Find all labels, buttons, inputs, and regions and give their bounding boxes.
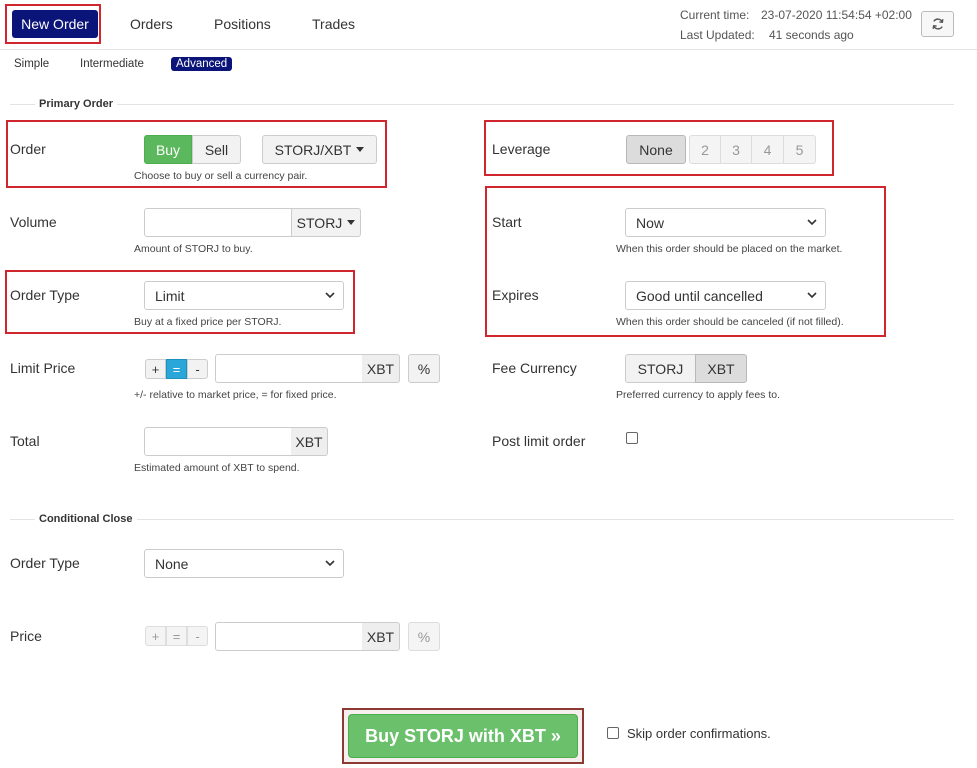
post-limit-checkbox[interactable] (626, 432, 638, 444)
current-time-value: 23-07-2020 11:54:54 +02:00 (761, 8, 912, 22)
total-input[interactable] (144, 427, 292, 456)
skip-confirmations-checkbox[interactable] (607, 727, 619, 739)
percent-button[interactable]: % (408, 354, 440, 383)
expires-value: Good until cancelled (636, 287, 763, 304)
mode-intermediate[interactable]: Intermediate (80, 58, 144, 70)
leverage-none-button[interactable]: None (626, 135, 686, 164)
post-limit-label: Post limit order (492, 433, 586, 449)
chevron-down-icon (807, 219, 817, 226)
leverage-5-button[interactable]: 5 (783, 135, 816, 164)
conditional-plus-button[interactable]: + (145, 626, 166, 646)
sell-button[interactable]: Sell (192, 135, 241, 164)
volume-input[interactable] (144, 208, 292, 237)
submit-order-button[interactable]: Buy STORJ with XBT » (348, 714, 578, 758)
start-label: Start (492, 214, 522, 230)
total-unit: XBT (291, 427, 328, 456)
expires-help: When this order should be canceled (if n… (616, 316, 844, 328)
limit-price-help: +/- relative to market price, = for fixe… (134, 389, 337, 401)
trades-tab[interactable]: Trades (312, 16, 355, 32)
last-updated-value: 41 seconds ago (769, 28, 854, 42)
volume-unit-label: STORJ (296, 214, 343, 231)
section-divider (10, 104, 954, 105)
order-type-help: Buy at a fixed price per STORJ. (134, 316, 282, 328)
expires-label: Expires (492, 287, 539, 303)
fee-xbt-button[interactable]: XBT (695, 354, 747, 383)
currency-pair-label: STORJ/XBT (274, 141, 352, 158)
fee-storj-button[interactable]: STORJ (625, 354, 696, 383)
buy-button[interactable]: Buy (144, 135, 192, 164)
positions-tab[interactable]: Positions (214, 16, 271, 32)
fee-currency-help: Preferred currency to apply fees to. (616, 389, 780, 401)
divider (0, 49, 977, 50)
leverage-label: Leverage (492, 141, 551, 157)
order-type-label: Order Type (10, 287, 80, 303)
refresh-icon (931, 18, 944, 30)
limit-price-label: Limit Price (10, 360, 76, 376)
total-label: Total (10, 433, 40, 449)
conditional-percent-button[interactable]: % (408, 622, 440, 651)
leverage-3-button[interactable]: 3 (720, 135, 752, 164)
price-equals-button[interactable]: = (166, 359, 187, 379)
leverage-4-button[interactable]: 4 (751, 135, 784, 164)
order-type-value: Limit (155, 287, 185, 304)
conditional-price-unit: XBT (362, 622, 400, 651)
new-order-tab[interactable]: New Order (12, 10, 98, 38)
price-minus-button[interactable]: - (187, 359, 208, 379)
skip-confirmations-label: Skip order confirmations. (627, 726, 771, 741)
conditional-equals-button[interactable]: = (166, 626, 187, 646)
limit-price-unit: XBT (362, 354, 400, 383)
conditional-price-input[interactable] (215, 622, 363, 651)
start-help: When this order should be placed on the … (616, 243, 843, 255)
start-select[interactable]: Now (625, 208, 826, 237)
caret-down-icon (356, 147, 365, 152)
limit-price-input[interactable] (215, 354, 363, 383)
mode-simple[interactable]: Simple (14, 58, 49, 70)
conditional-order-type-select[interactable]: None (144, 549, 344, 578)
price-plus-button[interactable]: + (145, 359, 166, 379)
volume-unit-dropdown[interactable]: STORJ (291, 208, 361, 237)
refresh-button[interactable] (921, 11, 954, 37)
current-time-label: Current time: (680, 8, 750, 22)
conditional-price-label: Price (10, 628, 42, 644)
chevron-down-icon (325, 560, 335, 567)
volume-help: Amount of STORJ to buy. (134, 243, 253, 255)
primary-order-title: Primary Order (35, 98, 117, 110)
leverage-2-button[interactable]: 2 (689, 135, 721, 164)
orders-tab[interactable]: Orders (130, 16, 173, 32)
order-label: Order (10, 141, 46, 157)
chevron-down-icon (325, 292, 335, 299)
order-type-select[interactable]: Limit (144, 281, 344, 310)
mode-advanced[interactable]: Advanced (171, 57, 233, 71)
caret-down-icon (347, 220, 356, 225)
volume-label: Volume (10, 214, 57, 230)
fee-currency-label: Fee Currency (492, 360, 577, 376)
chevron-down-icon (807, 292, 817, 299)
last-updated-label: Last Updated: (680, 28, 755, 42)
conditional-order-type-value: None (155, 555, 189, 572)
start-value: Now (636, 214, 665, 231)
expires-select[interactable]: Good until cancelled (625, 281, 826, 310)
currency-pair-dropdown[interactable]: STORJ/XBT (262, 135, 377, 164)
highlight-box: Buy STORJ with XBT » (342, 708, 584, 764)
section-divider (10, 519, 954, 520)
conditional-close-title: Conditional Close (35, 513, 137, 525)
total-help: Estimated amount of XBT to spend. (134, 462, 300, 474)
conditional-minus-button[interactable]: - (187, 626, 208, 646)
conditional-order-type-label: Order Type (10, 555, 80, 571)
order-help: Choose to buy or sell a currency pair. (134, 170, 308, 182)
